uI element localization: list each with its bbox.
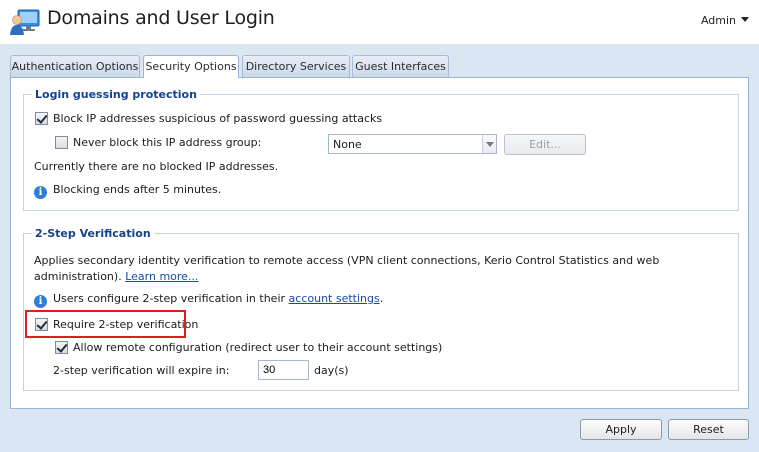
learn-more-link[interactable]: Learn more... bbox=[125, 270, 198, 283]
user-menu-label[interactable]: Admin bbox=[701, 14, 736, 27]
block-ip-label[interactable]: Block IP addresses suspicious of passwor… bbox=[53, 112, 382, 125]
highlight-box bbox=[25, 310, 186, 338]
allow-remote-checkbox[interactable] bbox=[55, 341, 68, 354]
page-title: Domains and User Login bbox=[47, 7, 275, 29]
allow-remote-row[interactable]: Allow remote configuration (redirect use… bbox=[55, 341, 442, 354]
block-ip-row[interactable]: Block IP addresses suspicious of passwor… bbox=[35, 112, 382, 125]
period-text: . bbox=[379, 292, 384, 305]
expire-days-input[interactable] bbox=[258, 360, 309, 380]
expire-label: 2-step verification will expire in: bbox=[53, 364, 230, 377]
account-settings-link[interactable]: account settings bbox=[289, 292, 380, 305]
two-step-legend: 2-Step Verification bbox=[35, 227, 151, 240]
blocking-ends-text: Blocking ends after 5 minutes. bbox=[53, 183, 222, 196]
title-bar: Domains and User Login Admin bbox=[0, 0, 759, 44]
no-blocked-text: Currently there are no blocked IP addres… bbox=[34, 160, 279, 173]
security-options-panel: Login guessing protection Block IP addre… bbox=[10, 77, 749, 409]
ip-group-select[interactable]: None bbox=[328, 134, 497, 154]
tab-directory-services[interactable]: Directory Services bbox=[242, 55, 350, 77]
expire-unit: day(s) bbox=[314, 364, 349, 377]
login-guessing-legend: Login guessing protection bbox=[35, 88, 197, 101]
reset-button[interactable]: Reset bbox=[668, 419, 749, 440]
block-ip-checkbox[interactable] bbox=[35, 112, 48, 125]
blocking-ends-row: i Blocking ends after 5 minutes. bbox=[34, 183, 221, 199]
tab-guest-interfaces[interactable]: Guest Interfaces bbox=[352, 55, 449, 77]
ip-group-select-value[interactable]: None bbox=[333, 138, 362, 151]
users-configure-row: i Users configure 2-step verification in … bbox=[34, 292, 383, 308]
info-icon: i bbox=[34, 295, 47, 308]
apply-button[interactable]: Apply bbox=[580, 419, 662, 440]
edit-button[interactable]: Edit... bbox=[504, 134, 586, 155]
users-computer-icon bbox=[10, 9, 40, 35]
never-block-row[interactable]: Never block this IP address group: bbox=[55, 136, 261, 149]
never-block-checkbox[interactable] bbox=[55, 136, 68, 149]
user-menu[interactable]: Admin bbox=[701, 14, 749, 27]
tab-authentication-options[interactable]: Authentication Options bbox=[10, 55, 140, 77]
tab-security-options[interactable]: Security Options bbox=[143, 55, 239, 78]
never-block-label[interactable]: Never block this IP address group: bbox=[73, 136, 261, 149]
content-area: Authentication Options Security Options … bbox=[0, 44, 759, 452]
users-configure-text: Users configure 2-step verification in t… bbox=[53, 292, 286, 305]
chevron-down-icon[interactable] bbox=[482, 135, 496, 153]
two-step-description: Applies secondary identity verification … bbox=[34, 253, 704, 285]
caret-down-icon[interactable] bbox=[741, 17, 749, 22]
allow-remote-label[interactable]: Allow remote configuration (redirect use… bbox=[73, 341, 442, 354]
info-icon: i bbox=[34, 186, 47, 199]
